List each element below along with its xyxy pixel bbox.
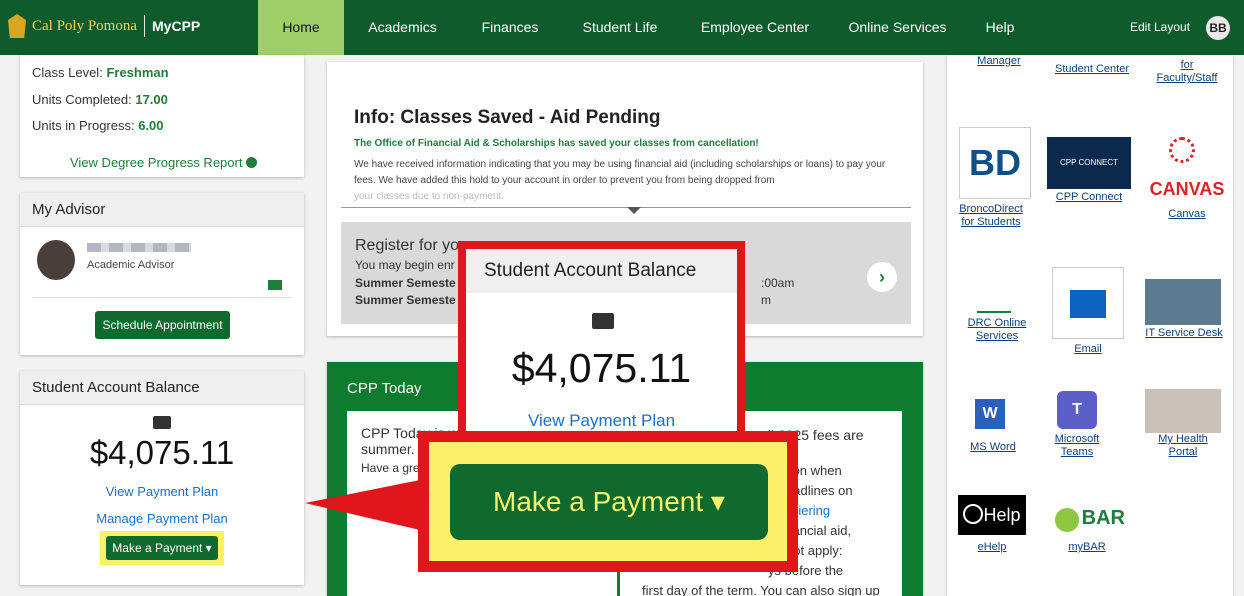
zoom-id-card-icon xyxy=(592,313,614,329)
zoom-balance-amount: $4,075.11 xyxy=(511,345,692,391)
zoom-balance-box: Student Account Balance $4,075.11 View P… xyxy=(458,241,745,451)
zoom-view-payment-plan[interactable]: View Payment Plan xyxy=(466,411,737,431)
zoom-make-payment-button[interactable]: Make a Payment ▾ xyxy=(450,464,768,540)
zoom-pay-box: Make a Payment ▾ xyxy=(418,431,798,572)
zoom-balance-title: Student Account Balance xyxy=(466,249,737,293)
